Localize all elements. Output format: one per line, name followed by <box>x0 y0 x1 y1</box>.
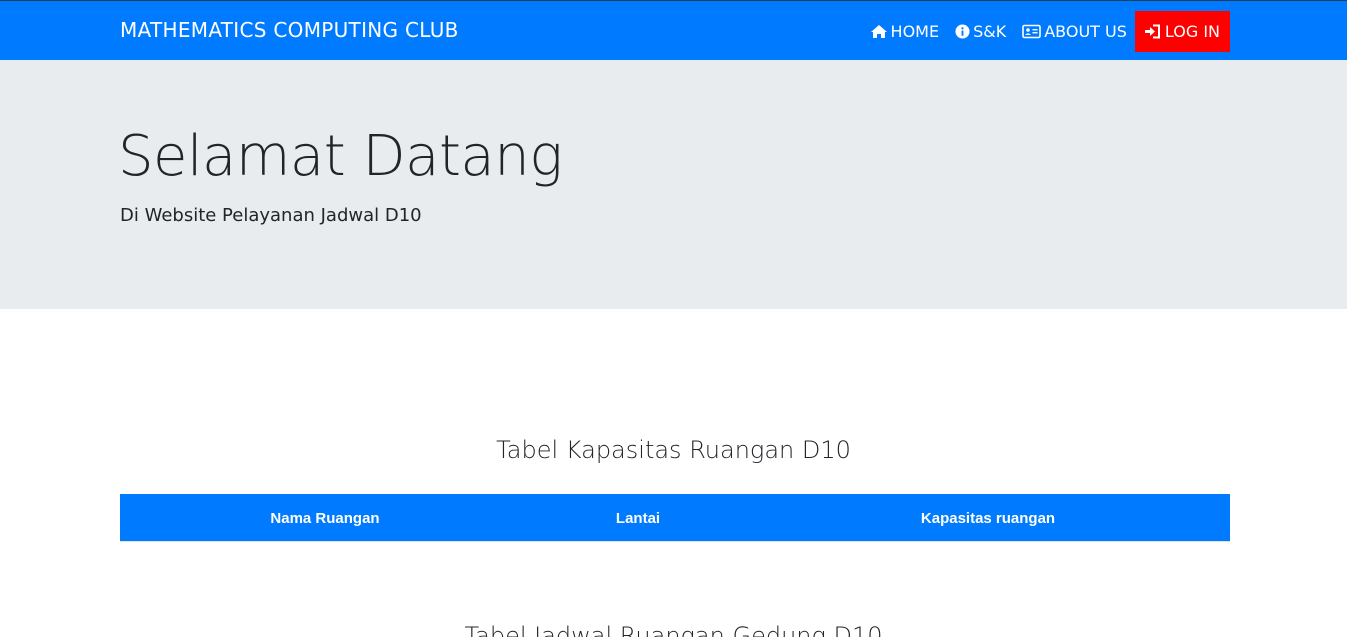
nav-sk-label: S&K <box>973 22 1007 41</box>
nav-about-link[interactable]: ABOUT US <box>1022 11 1127 52</box>
schedule-table-title: Tabel Jadwal Ruangan Gedung D10 <box>464 622 883 637</box>
column-header-lantai: Lantai <box>615 510 661 527</box>
id-card-icon <box>1022 24 1042 39</box>
nav-login-button[interactable]: LOG IN <box>1134 11 1230 52</box>
nav-sk-link[interactable]: S&K <box>955 11 1006 52</box>
capacity-table-header: Nama Ruangan Lantai Kapasitas ruangan <box>120 494 1230 542</box>
nav-login-label: LOG IN <box>1164 22 1220 41</box>
nav-links: HOME S&K ABOUT US LOG IN <box>870 11 1230 52</box>
nav-home-link[interactable]: HOME <box>870 11 940 52</box>
hero-jumbotron: Selamat Datang Di Website Pelayanan Jadw… <box>0 60 1347 309</box>
info-circle-icon <box>955 24 970 39</box>
hero-subtitle: Di Website Pelayanan Jadwal D10 <box>120 205 422 226</box>
nav-home-label: HOME <box>890 22 940 41</box>
nav-about-label: ABOUT US <box>1044 22 1127 41</box>
column-header-nama-ruangan: Nama Ruangan <box>270 510 380 527</box>
sign-in-icon <box>1144 24 1161 39</box>
column-header-kapasitas: Kapasitas ruangan <box>920 510 1056 527</box>
hero-title: Selamat Datang <box>118 124 563 189</box>
top-navbar: MATHEMATICS COMPUTING CLUB HOME S&K ABOU… <box>0 0 1347 60</box>
capacity-table-title: Tabel Kapasitas Ruangan D10 <box>496 436 851 464</box>
brand-link[interactable]: MATHEMATICS COMPUTING CLUB <box>120 18 459 42</box>
home-icon <box>870 24 888 39</box>
